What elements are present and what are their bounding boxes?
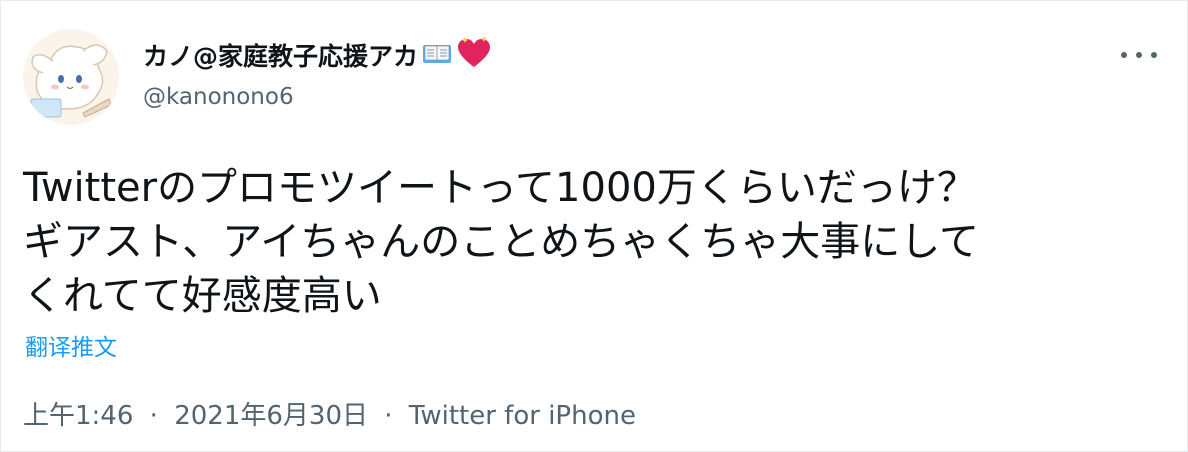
separator: ·: [384, 401, 393, 431]
tweet-text: Twitterのプロモツイートって1000万くらいだっけ？ ギアスト、アイちゃん…: [23, 161, 1163, 323]
tweet-text-line: Twitterのプロモツイートって1000万くらいだっけ？: [23, 165, 977, 211]
more-options-button[interactable]: [1121, 45, 1157, 65]
tweet-text-line: くれてて好感度高い: [23, 273, 382, 319]
more-dot-icon: [1151, 52, 1157, 58]
avatar[interactable]: [23, 29, 119, 125]
book-icon: [422, 40, 452, 74]
sparkling-heart-icon: [456, 36, 492, 77]
tweet-card: カノ@家庭教子応援アカ @kanonono6 Twitterのプロモツイートって…: [0, 0, 1188, 452]
translate-tweet-link[interactable]: 翻译推文: [25, 333, 117, 363]
more-dot-icon: [1136, 52, 1142, 58]
avatar-image: [23, 29, 119, 125]
separator: ·: [149, 401, 158, 431]
display-name[interactable]: カノ@家庭教子応援アカ: [143, 36, 492, 77]
tweet-metadata: 上午1:46 · 2021年6月30日 · Twitter for iPhone: [23, 399, 636, 433]
user-handle[interactable]: @kanonono6: [143, 82, 294, 112]
display-name-text: カノ@家庭教子応援アカ: [143, 42, 419, 71]
tweet-date[interactable]: 2021年6月30日: [174, 401, 368, 431]
tweet-text-line: ギアスト、アイちゃんのことめちゃくちゃ大事にして: [23, 219, 979, 265]
tweet-source-link[interactable]: Twitter for iPhone: [409, 401, 636, 431]
more-dot-icon: [1121, 52, 1127, 58]
tweet-time[interactable]: 上午1:46: [23, 401, 133, 431]
